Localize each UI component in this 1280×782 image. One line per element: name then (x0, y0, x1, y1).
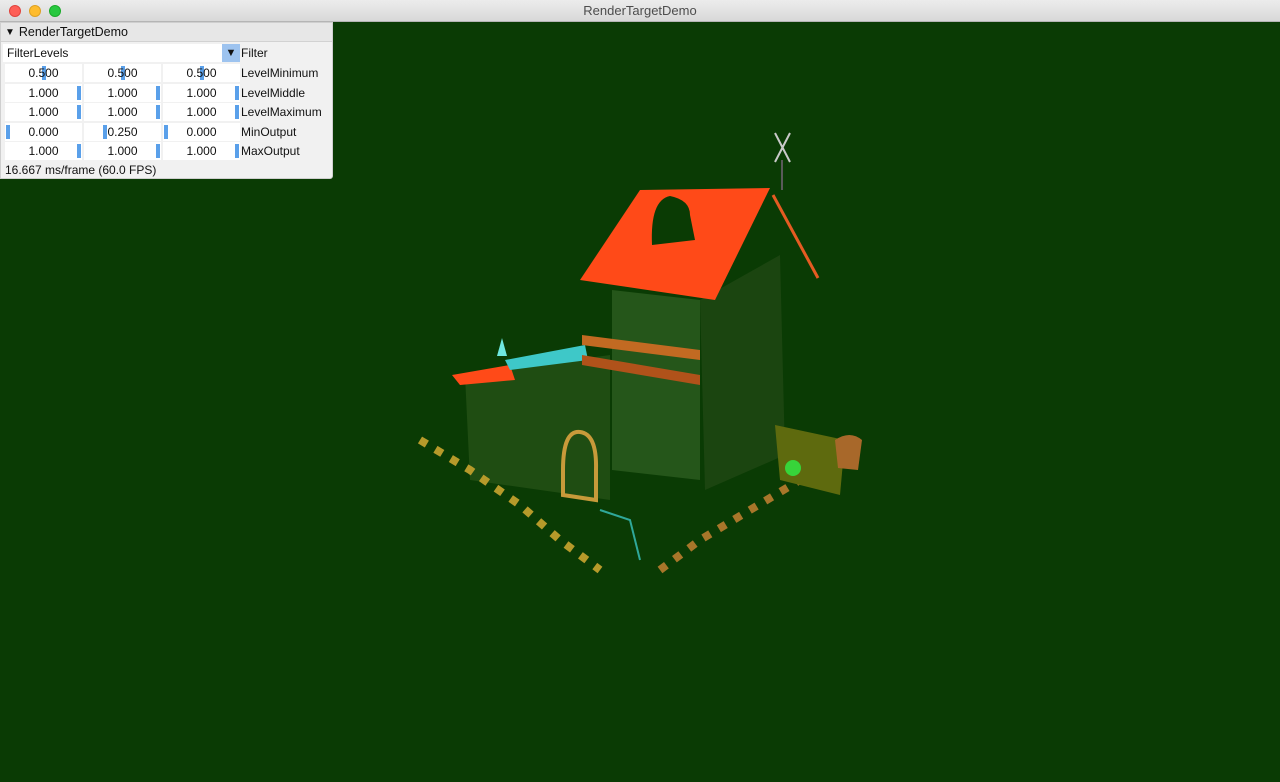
slider-grab[interactable] (164, 124, 168, 139)
slider-row-levelmaximum: 1.000 1.000 1.000 LevelMaximum (3, 103, 332, 121)
slider-value: 1.000 (186, 105, 217, 119)
slider-levelmaximum-1[interactable]: 1.000 (84, 103, 161, 121)
slider-value: 1.000 (186, 85, 217, 100)
slider-minoutput-1[interactable]: 0.250 (84, 122, 161, 141)
slider-row-levelminimum: 0.500 0.500 0.500 LevelMinimum (3, 64, 332, 82)
slider-label: MaxOutput (241, 144, 300, 158)
slider-value: 0.500 (107, 66, 138, 80)
slider-value: 1.000 (28, 105, 59, 119)
filter-combo[interactable]: FilterLevels (3, 44, 222, 62)
slider-value: 0.500 (28, 66, 59, 80)
slider-grab[interactable] (235, 105, 239, 119)
slider-label: MinOutput (241, 124, 297, 139)
slider-minoutput-0[interactable]: 0.000 (5, 122, 82, 141)
slider-value: 1.000 (107, 105, 138, 119)
slider-label: LevelMaximum (241, 105, 322, 119)
slider-levelmiddle-0[interactable]: 1.000 (5, 83, 82, 102)
slider-grab[interactable] (77, 144, 81, 158)
slider-value: 1.000 (107, 85, 138, 100)
window-title: RenderTargetDemo (583, 3, 697, 18)
gate (599, 509, 641, 561)
panel-header[interactable]: ▼ RenderTargetDemo (1, 23, 332, 42)
filter-row: FilterLevels ▼ Filter (3, 44, 332, 63)
window-titlebar: RenderTargetDemo (0, 0, 1280, 22)
debug-panel: ▼ RenderTargetDemo FilterLevels ▼ Filter… (0, 22, 333, 179)
slider-maxoutput-2[interactable]: 1.000 (163, 142, 240, 160)
fps-readout: 16.667 ms/frame (60.0 FPS) (5, 163, 157, 177)
slider-value: 1.000 (107, 144, 138, 158)
slider-minoutput-2[interactable]: 0.000 (163, 122, 240, 141)
slider-value: 1.000 (28, 144, 59, 158)
slider-value: 1.000 (28, 85, 59, 100)
slider-row-levelmiddle: 1.000 1.000 1.000 LevelMiddle (3, 83, 332, 102)
slider-levelmiddle-2[interactable]: 1.000 (163, 83, 240, 102)
slider-maxoutput-1[interactable]: 1.000 (84, 142, 161, 160)
slider-levelmaximum-2[interactable]: 1.000 (163, 103, 240, 121)
slider-label: LevelMinimum (241, 66, 319, 80)
slider-grab[interactable] (235, 144, 239, 158)
slider-levelminimum-2[interactable]: 0.500 (163, 64, 240, 82)
chevron-down-icon[interactable]: ▼ (222, 44, 240, 62)
slider-grab[interactable] (156, 144, 160, 158)
slider-value: 0.000 (186, 124, 217, 139)
slider-grab[interactable] (6, 124, 10, 139)
slider-value: 0.250 (107, 124, 138, 139)
spire (497, 338, 507, 356)
slider-levelmaximum-0[interactable]: 1.000 (5, 103, 82, 121)
slider-value: 1.000 (186, 144, 217, 158)
main-wall-left (612, 290, 700, 480)
slider-value: 0.500 (186, 66, 217, 80)
slider-row-maxoutput: 1.000 1.000 1.000 MaxOutput (3, 142, 332, 160)
slider-grab[interactable] (156, 105, 160, 119)
slider-levelminimum-0[interactable]: 0.500 (5, 64, 82, 82)
collapse-triangle-icon[interactable]: ▼ (5, 27, 15, 38)
slider-label: LevelMiddle (241, 85, 306, 100)
slider-value: 0.000 (28, 124, 59, 139)
filter-label: Filter (241, 46, 268, 60)
bush (785, 460, 801, 476)
slider-levelminimum-1[interactable]: 0.500 (84, 64, 161, 82)
slider-maxoutput-0[interactable]: 1.000 (5, 142, 82, 160)
slider-grab[interactable] (77, 105, 81, 119)
slider-row-minoutput: 0.000 0.250 0.000 MinOutput (3, 122, 332, 141)
slider-grab[interactable] (77, 85, 81, 100)
wheel (835, 435, 862, 470)
panel-title: RenderTargetDemo (18, 25, 128, 39)
slider-grab[interactable] (235, 85, 239, 100)
slider-grab[interactable] (156, 85, 160, 100)
slider-levelmiddle-1[interactable]: 1.000 (84, 83, 161, 102)
